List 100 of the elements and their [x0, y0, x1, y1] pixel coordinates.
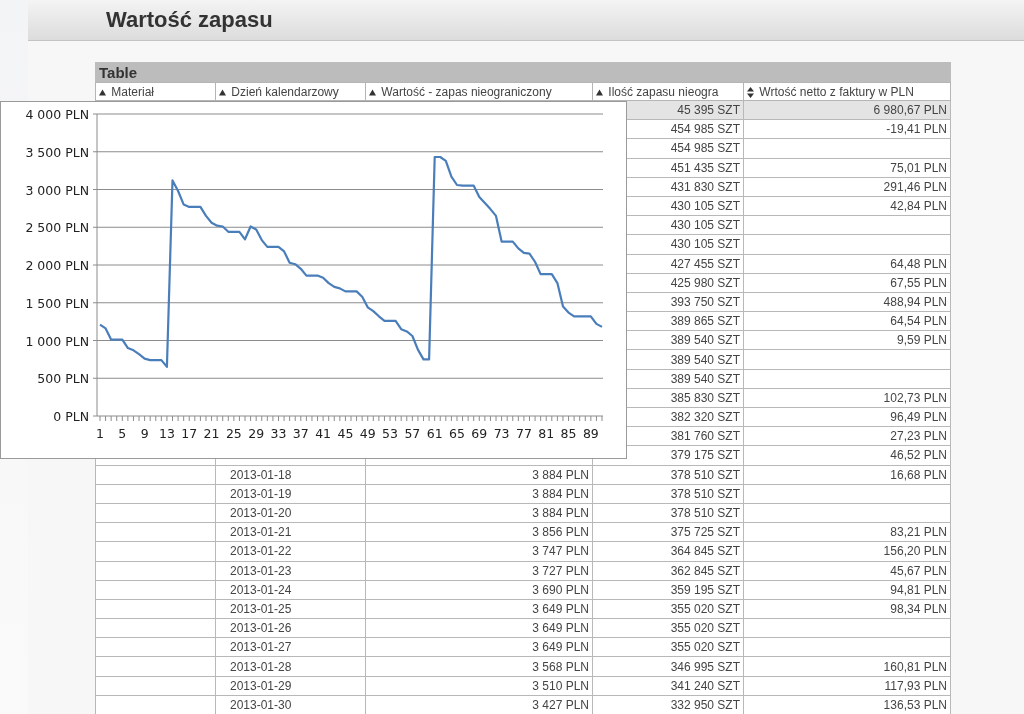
axis-label: 13	[159, 426, 175, 441]
table-cell: 45,67 PLN	[743, 561, 951, 581]
axis-label: 65	[449, 426, 465, 441]
table-cell: 2013-01-29	[215, 676, 366, 696]
table-cell: 64,54 PLN	[743, 311, 951, 331]
table-title: Table	[99, 63, 138, 81]
table-cell: 3 690 PLN	[365, 580, 593, 600]
table-cell: 42,84 PLN	[743, 196, 951, 216]
axis-label: 41	[315, 426, 332, 441]
axis-label: 0 PLN	[53, 409, 89, 424]
table-cell: 2013-01-25	[215, 599, 366, 619]
axis-label: 29	[248, 426, 265, 441]
axis-label: 25	[225, 426, 242, 441]
table-cell: 378 510 SZT	[592, 465, 744, 485]
axis-label: 33	[270, 426, 287, 441]
column-header[interactable]: Ilość zapasu nieogra	[592, 82, 744, 101]
axis-label: 45	[337, 426, 354, 441]
table-cell: 3 884 PLN	[365, 503, 593, 523]
table-cell: 359 195 SZT	[592, 580, 744, 600]
table-cell: 375 725 SZT	[592, 522, 744, 542]
table-cell: 46,52 PLN	[743, 445, 951, 466]
sort-icon[interactable]	[99, 88, 106, 96]
table-cell: 362 845 SZT	[592, 561, 744, 581]
axis-label: 4 000 PLN	[25, 107, 89, 122]
table-cell: 3 510 PLN	[365, 676, 593, 696]
table-cell: 2013-01-21	[215, 522, 366, 542]
table-cell: 9,59 PLN	[743, 330, 951, 350]
table-cell: 156,20 PLN	[743, 541, 951, 561]
table-cell: 3 649 PLN	[365, 618, 593, 638]
table-cell: 341 240 SZT	[592, 676, 744, 696]
axis-label: 53	[382, 426, 398, 441]
axis-label: 2 000 PLN	[25, 258, 89, 273]
table-cell: 488,94 PLN	[743, 292, 951, 312]
table-cell: 64,48 PLN	[743, 254, 951, 274]
table-cell: -19,41 PLN	[743, 119, 951, 139]
axis-label: 61	[426, 426, 443, 441]
table-cell: 3 649 PLN	[365, 637, 593, 657]
table-cell: 3 884 PLN	[365, 484, 593, 504]
table-cell: 2013-01-19	[215, 484, 366, 504]
table-cell: 355 020 SZT	[592, 637, 744, 657]
axis-label: 5	[118, 426, 127, 441]
column-header[interactable]: Dzień kalendarzowy	[215, 82, 366, 101]
table-cell: 75,01 PLN	[743, 158, 951, 178]
column-header[interactable]: Wrtość netto z faktury w PLN	[743, 82, 951, 101]
axis-label: 500 PLN	[37, 371, 89, 387]
axis-label: 77	[515, 426, 532, 441]
table-cell: 3 856 PLN	[365, 522, 593, 542]
axis-label: 73	[493, 426, 510, 441]
table-cell: 378 510 SZT	[592, 503, 744, 523]
sort-icon[interactable]	[747, 86, 754, 98]
column-header[interactable]: Wartość - zapas nieograniczony	[365, 82, 593, 101]
axis-label: 21	[203, 426, 220, 441]
table-cell: 378 510 SZT	[592, 484, 744, 504]
column-header[interactable]: Materiał	[95, 82, 216, 101]
table-cell: 2013-01-28	[215, 656, 366, 677]
sort-icon[interactable]	[219, 88, 226, 96]
table-cell: 3 727 PLN	[365, 561, 593, 581]
table-cell: 83,21 PLN	[743, 522, 951, 542]
table-cell: 94,81 PLN	[743, 580, 951, 600]
axis-label: 1 000 PLN	[25, 333, 89, 349]
table-cell: 67,55 PLN	[743, 273, 951, 293]
axis-label: 49	[359, 426, 376, 441]
axis-label: 3 000 PLN	[25, 182, 89, 198]
axis-label: 9	[140, 426, 149, 441]
axis-label: 1	[96, 426, 104, 441]
sort-icon[interactable]	[369, 88, 376, 96]
table-cell: 16,68 PLN	[743, 465, 951, 485]
table-cell: 2013-01-24	[215, 580, 366, 600]
table-cell: 3 884 PLN	[365, 465, 593, 485]
table-cell: 2013-01-26	[215, 618, 366, 638]
axis-label: 2 500 PLN	[25, 220, 89, 236]
axis-label: 69	[471, 426, 488, 441]
table-cell: 98,34 PLN	[743, 599, 951, 619]
table-cell: 3 747 PLN	[365, 541, 593, 561]
axis-label: 81	[538, 426, 555, 441]
table-cell: 2013-01-23	[215, 561, 366, 581]
table-cell: 355 020 SZT	[592, 599, 744, 619]
sort-icon[interactable]	[596, 88, 603, 96]
table-cell: 3 568 PLN	[365, 656, 593, 677]
page-title: Wartość zapasu	[106, 7, 273, 33]
table-cell: 291,46 PLN	[743, 177, 951, 197]
table-cell: 2013-01-20	[215, 503, 366, 523]
table-cell: 2013-01-22	[215, 541, 366, 561]
table-cell: 346 995 SZT	[592, 656, 744, 677]
axis-label: 37	[292, 426, 309, 441]
table-cell: 117,93 PLN	[743, 676, 951, 696]
table-cell: 2013-01-27	[215, 637, 366, 657]
axis-label: 1 500 PLN	[25, 295, 89, 311]
table-cell: 364 845 SZT	[592, 541, 744, 561]
axis-label: 3 500 PLN	[25, 144, 89, 160]
table-cell: 355 020 SZT	[592, 618, 744, 638]
table-cell: 2013-01-18	[215, 465, 366, 485]
axis-label: 57	[404, 426, 421, 441]
table-cell: 27,23 PLN	[743, 426, 951, 446]
table-cell: 3 649 PLN	[365, 599, 593, 619]
table-cell: 96,49 PLN	[743, 407, 951, 427]
table-cell: 160,81 PLN	[743, 656, 951, 677]
axis-label: 17	[181, 426, 198, 441]
table-cell: 102,73 PLN	[743, 388, 951, 408]
axis-label: 85	[560, 426, 577, 441]
